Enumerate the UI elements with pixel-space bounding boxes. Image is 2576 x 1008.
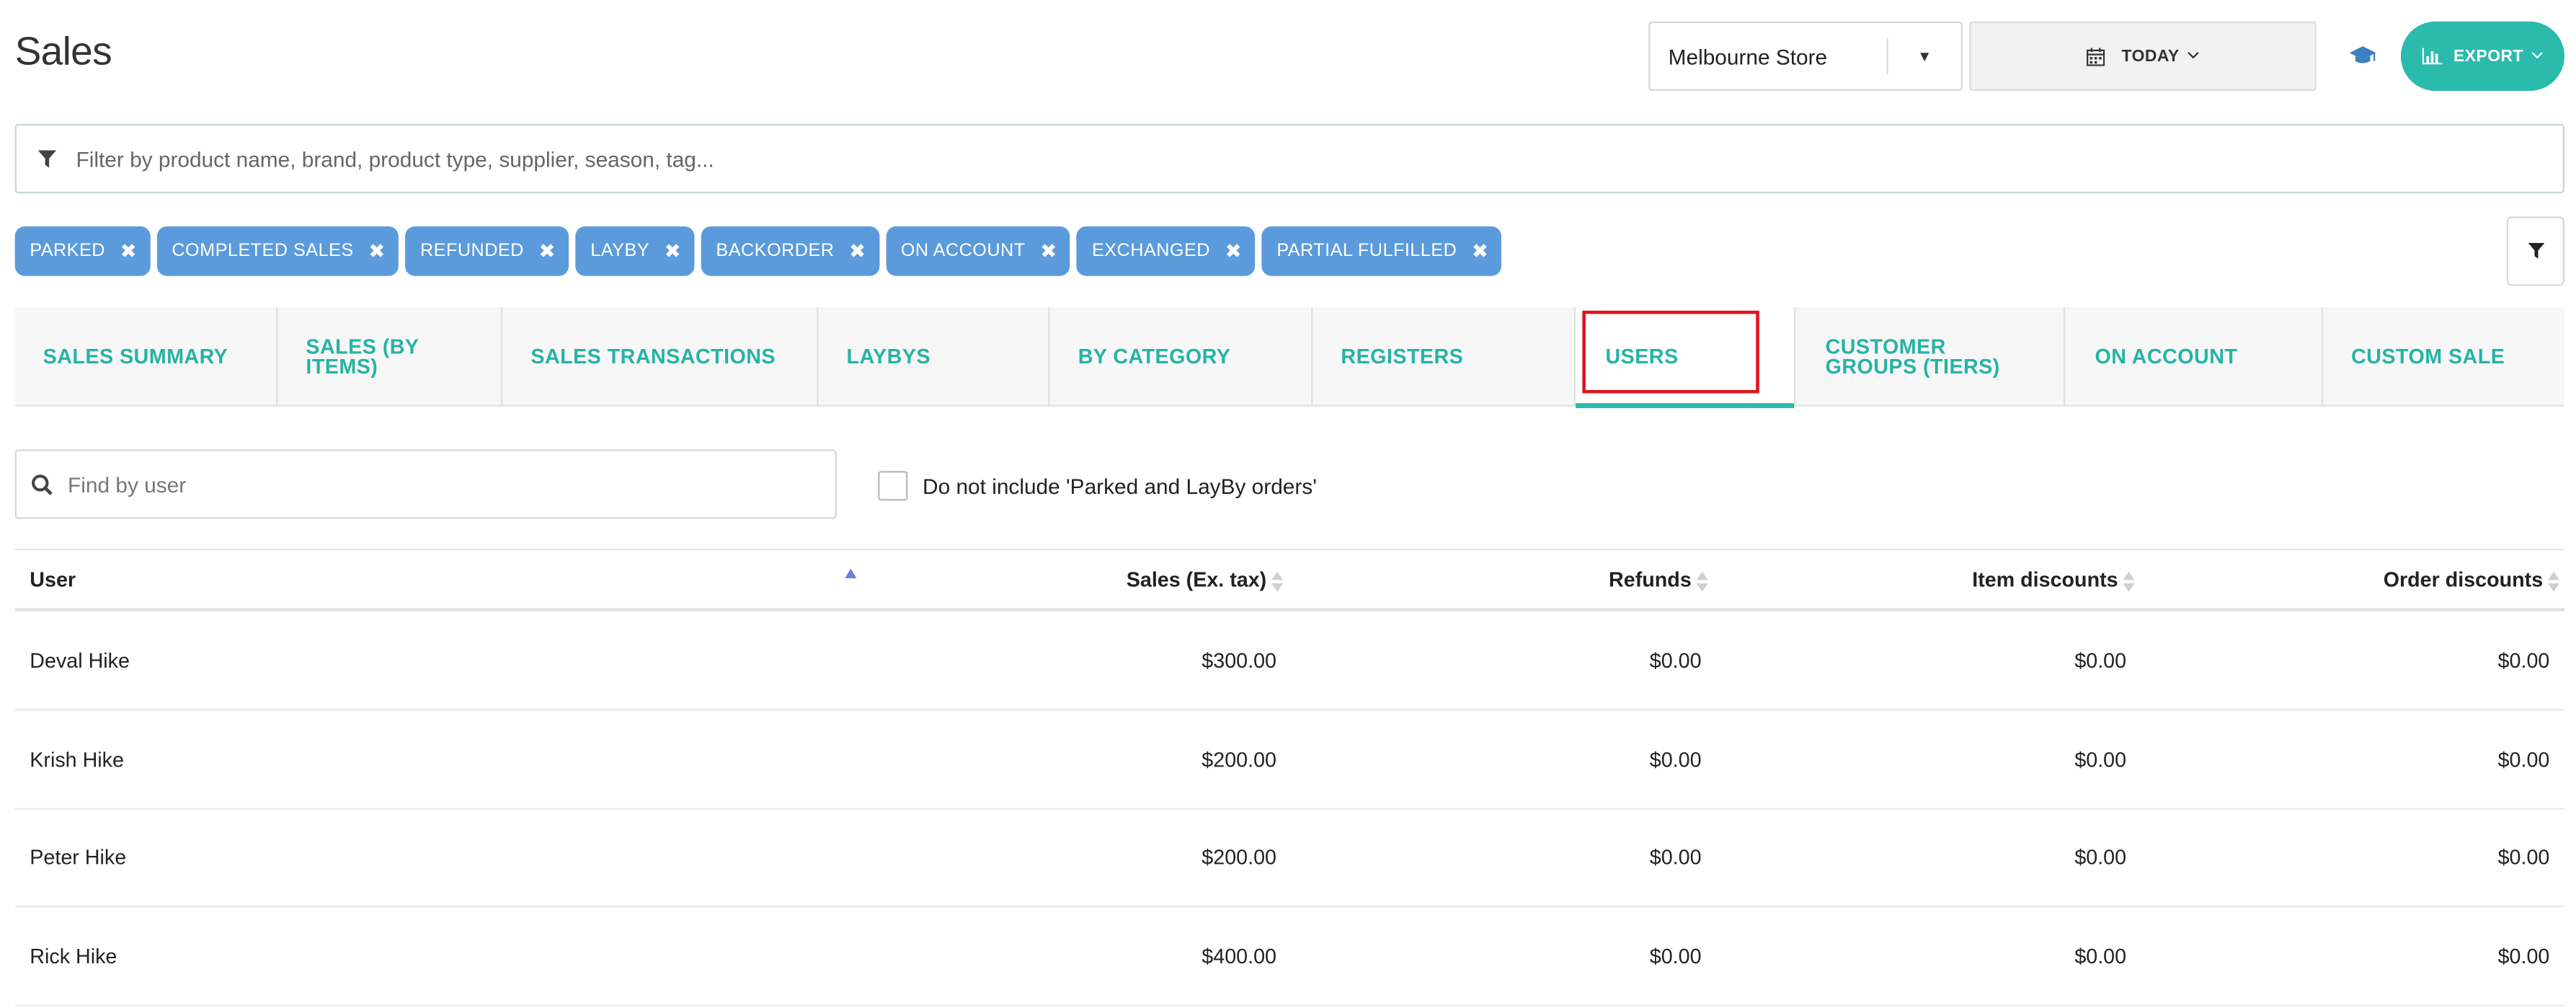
cell-refunds: $0.00: [1649, 945, 1702, 968]
sort-icon: [1696, 571, 1708, 591]
column-header-sales[interactable]: Sales (Ex. tax): [860, 568, 1284, 591]
chip-refunded[interactable]: REFUNDED ✖: [405, 226, 569, 276]
column-header-user[interactable]: User: [30, 568, 76, 591]
chip-exchanged[interactable]: EXCHANGED ✖: [1077, 226, 1256, 276]
cell-user: Peter Hike: [30, 846, 127, 870]
table-row: Peter Hike $200.00 $0.00 $0.00 $0.00: [14, 808, 2564, 908]
tab-custom-sale[interactable]: CUSTOM SALE: [2323, 307, 2564, 407]
chip-completed-sales[interactable]: COMPLETED SALES ✖: [156, 226, 399, 276]
cell-refunds: $0.00: [1649, 649, 1702, 673]
tab-sales-transactions[interactable]: SALES TRANSACTIONS: [502, 307, 819, 407]
close-icon[interactable]: ✖: [665, 239, 682, 262]
user-search-input[interactable]: [68, 472, 835, 497]
cell-user: Deval Hike: [30, 649, 130, 673]
table-top-border: [14, 548, 2564, 551]
table-row: Krish Hike $200.00 $0.00 $0.00 $0.00: [14, 710, 2564, 810]
exclude-parked-layby-checkbox[interactable]: [878, 471, 908, 501]
column-header-order-discounts[interactable]: Order discounts: [2149, 568, 2560, 591]
chip-partial-fulfilled[interactable]: PARTIAL FULFILLED ✖: [1261, 226, 1502, 276]
cell-order-discounts: $0.00: [2497, 649, 2550, 673]
column-header-refunds[interactable]: Refunds: [1323, 568, 1708, 591]
tab-sales-summary[interactable]: SALES SUMMARY: [15, 307, 278, 407]
cell-order-discounts: $0.00: [2497, 748, 2550, 772]
funnel-icon: [2527, 242, 2544, 259]
cell-order-discounts: $0.00: [2497, 945, 2550, 968]
cell-sales: $200.00: [1202, 748, 1276, 772]
table-row: Deval Hike $300.00 $0.00 $0.00 $0.00: [14, 611, 2564, 711]
cell-refunds: $0.00: [1649, 748, 1702, 772]
cell-item-discounts: $0.00: [2074, 748, 2127, 772]
chevron-down-icon: [2531, 52, 2544, 60]
cell-item-discounts: $0.00: [2074, 846, 2127, 870]
close-icon[interactable]: ✖: [120, 239, 138, 262]
sort-icon: [2123, 571, 2135, 591]
cell-item-discounts: $0.00: [2074, 649, 2127, 673]
chip-backorder[interactable]: BACKORDER ✖: [701, 226, 879, 276]
bar-chart-icon: [2422, 48, 2442, 65]
caret-down-icon: ▼: [1917, 48, 1932, 65]
date-range-label: TODAY: [2122, 47, 2199, 66]
cell-user: Krish Hike: [30, 748, 124, 772]
tab-customer-groups[interactable]: CUSTOMER GROUPS (TIERS): [1795, 307, 2066, 407]
cell-sales: $300.00: [1202, 649, 1276, 673]
active-tab-indicator: [1576, 403, 1794, 409]
filter-toggle-button[interactable]: [2506, 216, 2564, 286]
highlight-box: [1582, 310, 1759, 394]
store-select-value: Melbourne Store: [1668, 43, 1828, 69]
page-title: Sales: [14, 30, 112, 75]
export-button[interactable]: EXPORT: [2400, 21, 2564, 92]
chip-parked[interactable]: PARKED ✖: [14, 226, 151, 276]
close-icon[interactable]: ✖: [1225, 239, 1243, 262]
cell-sales: $400.00: [1202, 945, 1276, 968]
cell-order-discounts: $0.00: [2497, 846, 2550, 870]
chip-layby[interactable]: LAYBY ✖: [575, 226, 695, 276]
cell-sales: $200.00: [1202, 846, 1276, 870]
status-filter-chips: PARKED ✖ COMPLETED SALES ✖ REFUNDED ✖ LAYBY…: [14, 226, 1502, 276]
column-header-item-discounts[interactable]: Item discounts: [1736, 568, 2135, 591]
sort-asc-icon[interactable]: [845, 568, 857, 579]
calendar-icon: [2087, 47, 2105, 66]
export-label: EXPORT: [2453, 47, 2544, 66]
exclude-parked-layby-label: Do not include 'Parked and LayBy orders': [923, 474, 1317, 500]
close-icon[interactable]: ✖: [849, 239, 866, 262]
chevron-down-icon: [2187, 52, 2199, 60]
tab-laybys[interactable]: LAYBYS: [819, 307, 1050, 407]
tab-on-account[interactable]: ON ACCOUNT: [2065, 307, 2324, 407]
table-row: Rick Hike $400.00 $0.00 $0.00 $0.00: [14, 907, 2564, 1007]
filter-input[interactable]: [76, 146, 2563, 172]
tab-by-category[interactable]: BY CATEGORY: [1050, 307, 1313, 407]
report-tabs: SALES SUMMARY SALES (BY ITEMS) SALES TRA…: [14, 307, 2564, 409]
cell-refunds: $0.00: [1649, 846, 1702, 870]
close-icon[interactable]: ✖: [368, 239, 386, 262]
sort-icon: [2548, 571, 2560, 591]
funnel-icon: [17, 149, 76, 167]
close-icon[interactable]: ✖: [539, 239, 556, 262]
close-icon[interactable]: ✖: [1040, 239, 1057, 262]
tab-registers[interactable]: REGISTERS: [1313, 307, 1576, 407]
chip-on-account[interactable]: ON ACCOUNT ✖: [886, 226, 1071, 276]
search-icon: [17, 474, 68, 495]
graduation-cap-icon[interactable]: [2349, 45, 2376, 68]
cell-user: Rick Hike: [30, 945, 117, 968]
cell-item-discounts: $0.00: [2074, 945, 2127, 968]
date-range-button[interactable]: TODAY: [1969, 21, 2317, 92]
sort-icon: [1271, 571, 1284, 591]
user-search: [14, 449, 837, 519]
close-icon[interactable]: ✖: [1472, 239, 1489, 262]
tab-sales-by-items[interactable]: SALES (BY ITEMS): [277, 307, 503, 407]
filter-bar: [14, 123, 2564, 194]
store-select[interactable]: Melbourne Store ▼: [1648, 21, 1963, 92]
